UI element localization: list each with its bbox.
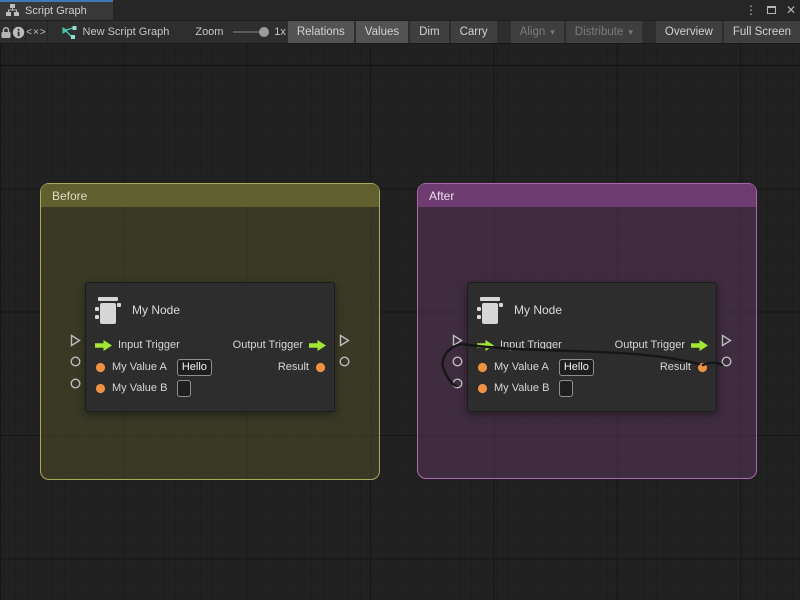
unit-node-icon <box>95 294 121 327</box>
zoom-slider-handle[interactable] <box>259 27 269 37</box>
external-flow-stub-icon[interactable] <box>721 334 732 347</box>
chevron-down-icon: ▾ <box>628 27 633 37</box>
group-after-header[interactable]: After <box>418 184 756 207</box>
port-result[interactable]: Result <box>654 357 708 377</box>
flow-arrow-icon <box>691 340 708 351</box>
port-result[interactable]: Result <box>272 357 326 377</box>
info-button[interactable] <box>12 21 25 43</box>
graph-name-label: New Script Graph <box>83 26 170 38</box>
flow-arrow-icon <box>95 340 112 351</box>
port-my-value-a[interactable]: My Value A Hello <box>477 357 594 377</box>
node-header[interactable]: My Node <box>86 283 334 329</box>
external-value-stub-icon[interactable] <box>452 356 463 367</box>
graph-hierarchy-icon <box>6 4 19 16</box>
port-label: Output Trigger <box>615 339 685 351</box>
script-graph-window: Script Graph ⋮ ✕ <×> <box>0 0 800 600</box>
active-tab-accent-line <box>0 0 113 2</box>
group-after-title: After <box>429 189 454 203</box>
port-my-value-a[interactable]: My Value A Hello <box>95 357 212 377</box>
external-flow-stub-icon[interactable] <box>452 334 463 347</box>
distribute-dropdown[interactable]: Distribute ▾ <box>566 20 642 44</box>
port-label: Input Trigger <box>118 339 180 351</box>
value-port-icon <box>697 362 708 373</box>
code-preview-button[interactable]: <×> <box>26 21 47 43</box>
zoom-slider[interactable] <box>233 31 264 33</box>
close-icon[interactable]: ✕ <box>786 0 796 20</box>
code-preview-icon: <×> <box>26 27 47 38</box>
tab-bar: Script Graph ⋮ ✕ <box>0 0 800 20</box>
fullscreen-button[interactable]: Full Screen <box>724 20 800 44</box>
group-before-title: Before <box>52 189 87 203</box>
carry-toggle[interactable]: Carry <box>451 20 497 44</box>
node-my-node-before[interactable]: My Node Input Trigger My Value A Hello <box>85 282 335 412</box>
tab-script-graph[interactable]: Script Graph <box>0 0 113 20</box>
dim-toggle[interactable]: Dim <box>410 20 448 44</box>
zoom-label: Zoom <box>195 26 223 38</box>
value-port-icon <box>95 383 106 394</box>
value-b-field[interactable] <box>559 380 573 397</box>
external-flow-stub-icon[interactable] <box>339 334 350 347</box>
graph-breadcrumb[interactable]: New Script Graph <box>62 26 170 39</box>
value-port-icon <box>477 362 488 373</box>
info-icon <box>12 26 25 39</box>
align-label: Align <box>520 26 546 38</box>
node-title: My Node <box>514 303 562 317</box>
chevron-down-icon: ▾ <box>550 27 555 37</box>
unit-node-icon <box>477 294 503 327</box>
window-controls: ⋮ ✕ <box>745 0 796 20</box>
port-my-value-b[interactable]: My Value B <box>477 378 573 398</box>
port-label: My Value A <box>494 361 549 373</box>
port-output-trigger[interactable]: Output Trigger <box>227 335 326 355</box>
align-dropdown[interactable]: Align ▾ <box>511 20 564 44</box>
value-a-field[interactable]: Hello <box>177 359 212 376</box>
port-label: My Value B <box>494 382 549 394</box>
external-value-stub-icon[interactable] <box>339 356 350 367</box>
value-port-icon <box>315 362 326 373</box>
toolbar-toggle-group: Relations Values Dim Carry Align ▾ Distri… <box>286 20 800 44</box>
value-port-icon <box>477 383 488 394</box>
tab-label: Script Graph <box>25 4 87 17</box>
zoom-value: 1x <box>274 26 286 38</box>
node-title: My Node <box>132 303 180 317</box>
graph-canvas[interactable]: Before After My Node <box>0 44 800 600</box>
overview-button[interactable]: Overview <box>656 20 722 44</box>
lock-icon <box>0 26 12 39</box>
external-flow-stub-icon[interactable] <box>70 334 81 347</box>
node-header[interactable]: My Node <box>468 283 716 329</box>
external-value-stub-icon[interactable] <box>452 378 463 389</box>
lock-button[interactable] <box>0 21 12 43</box>
value-port-icon <box>95 362 106 373</box>
more-menu-icon[interactable]: ⋮ <box>745 0 757 20</box>
port-label: Output Trigger <box>233 339 303 351</box>
value-a-field[interactable]: Hello <box>559 359 594 376</box>
group-before-header[interactable]: Before <box>41 184 379 207</box>
node-my-node-after[interactable]: My Node Input Trigger My Value A Hello <box>467 282 717 412</box>
maximize-icon[interactable] <box>767 6 776 14</box>
relations-toggle[interactable]: Relations <box>288 20 354 44</box>
external-value-stub-icon[interactable] <box>70 378 81 389</box>
port-input-trigger[interactable]: Input Trigger <box>95 335 186 355</box>
script-graph-asset-icon <box>62 26 77 39</box>
distribute-label: Distribute <box>575 26 624 38</box>
graph-toolbar: <×> New Script Graph Zoom 1x Relations V… <box>0 20 800 44</box>
port-label: My Value A <box>112 361 167 373</box>
port-output-trigger[interactable]: Output Trigger <box>609 335 708 355</box>
flow-arrow-icon <box>309 340 326 351</box>
external-value-stub-icon[interactable] <box>70 356 81 367</box>
port-label: My Value B <box>112 382 167 394</box>
values-toggle[interactable]: Values <box>356 20 408 44</box>
port-label: Input Trigger <box>500 339 562 351</box>
external-value-stub-icon[interactable] <box>721 356 732 367</box>
port-label: Result <box>660 361 691 373</box>
port-label: Result <box>278 361 309 373</box>
port-input-trigger[interactable]: Input Trigger <box>477 335 568 355</box>
port-my-value-b[interactable]: My Value B <box>95 378 191 398</box>
value-b-field[interactable] <box>177 380 191 397</box>
flow-arrow-icon <box>477 340 494 351</box>
